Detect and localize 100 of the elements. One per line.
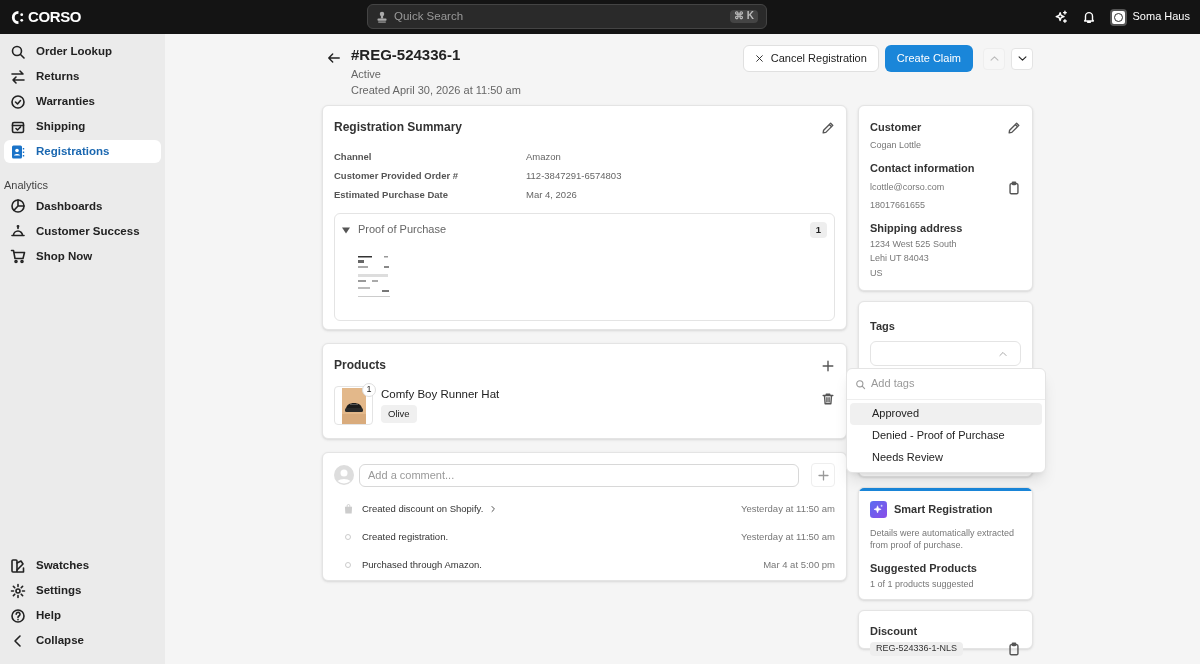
tag-search-field[interactable]: Add tags — [871, 377, 1037, 391]
card-title: Registration Summary — [334, 120, 463, 135]
edit-icon — [1007, 121, 1021, 135]
event-text: Created registration. — [362, 531, 449, 543]
stamp-icon — [376, 10, 388, 23]
sidebar-item[interactable]: Warranties — [4, 90, 161, 113]
search-field[interactable]: Quick Search ⌘ K — [367, 4, 767, 29]
cart-icon — [10, 248, 26, 265]
sidebar-item[interactable]: Settings — [4, 579, 161, 602]
pie-chart-icon — [10, 198, 26, 215]
contact-book-icon — [10, 143, 26, 160]
copy-button[interactable] — [1007, 181, 1021, 195]
sidebar-item[interactable]: Help — [4, 604, 161, 627]
event-time: Yesterday at 11:50 am — [741, 531, 835, 543]
card-title: Tags — [870, 320, 895, 332]
phone-text: 18017661655 — [870, 200, 927, 212]
user-name: Soma Haus — [1132, 10, 1190, 24]
add-comment-button[interactable] — [811, 463, 835, 487]
sidebar-item[interactable]: Returns — [4, 65, 161, 88]
back-arrow-icon[interactable] — [327, 51, 341, 65]
edit-button[interactable] — [821, 120, 835, 135]
settings-icon — [10, 582, 26, 599]
sidebar-item[interactable]: Swatches — [4, 554, 161, 577]
chevron-down-icon — [1016, 53, 1028, 64]
card-title: Smart Registration — [894, 502, 993, 517]
close-icon — [754, 54, 764, 63]
avatar[interactable] — [1109, 8, 1127, 26]
suggested-count: 1 of 1 products suggested — [870, 578, 975, 590]
field-label: Channel — [334, 151, 373, 163]
shopping-bag-icon — [343, 504, 353, 514]
page-title: #REG-524336-1 — [351, 45, 462, 65]
clipboard-icon — [1007, 642, 1021, 656]
sparkle-icon — [870, 501, 887, 518]
dropdown-option[interactable]: Needs Review — [850, 447, 1042, 469]
next-button[interactable] — [1011, 47, 1033, 70]
avatar-icon — [334, 465, 354, 485]
search-icon — [10, 43, 26, 60]
search-icon — [855, 378, 866, 390]
count-badge: 1 — [809, 222, 827, 238]
sidebar-item[interactable]: Customer Success — [4, 219, 161, 243]
address-line: 1234 West 525 South — [870, 239, 958, 251]
edit-icon — [821, 120, 835, 135]
sidebar-item[interactable]: Registrations — [4, 140, 161, 163]
create-claim-button[interactable]: Create Claim — [884, 45, 973, 72]
edit-button[interactable] — [1007, 121, 1021, 135]
variant-tag: Olive — [381, 405, 417, 423]
add-product-button[interactable] — [821, 358, 835, 373]
product-name: Comfy Boy Runner Hat — [381, 387, 500, 402]
copy-button[interactable] — [1007, 642, 1021, 656]
logo-icon — [10, 9, 25, 25]
event-time: Mar 4 at 5:00 pm — [763, 559, 835, 571]
dropdown-option[interactable]: Approved — [850, 403, 1042, 425]
bell-icon[interactable] — [1081, 10, 1096, 24]
status-text: Active — [351, 67, 382, 82]
sparkle-icon[interactable] — [1053, 10, 1068, 24]
address-line: US — [870, 267, 884, 279]
customer-name: Cogan Lottle — [870, 140, 923, 152]
cancel-button[interactable]: Cancel Registration — [742, 45, 879, 72]
event-time: Yesterday at 11:50 am — [741, 503, 835, 515]
sidebar-item[interactable]: Collapse — [4, 629, 161, 652]
field-value: Mar 4, 2026 — [526, 189, 577, 201]
description-text: Details were automatically extracted from proof of purchase. — [870, 527, 1016, 551]
shortcut-key: ⌘ K — [730, 10, 758, 23]
dropdown-option[interactable]: Denied - Proof of Purchase — [850, 425, 1042, 447]
swatches-icon — [10, 557, 26, 574]
chevron-up-icon — [988, 53, 1000, 64]
sidebar-item[interactable]: Order Lookup — [4, 40, 161, 63]
section-title: Shipping address — [870, 222, 964, 236]
card-title: Customer — [870, 121, 922, 135]
event-text: Purchased through Amazon. — [362, 559, 482, 571]
plus-icon — [816, 468, 830, 482]
event-text: Created discount on Shopify. — [362, 503, 484, 515]
arrows-icon — [10, 68, 26, 85]
card-title: Discount — [870, 625, 918, 637]
section-title: Suggested Products — [870, 562, 978, 576]
panel-title: Proof of Purchase — [358, 223, 447, 237]
logo-text: CORSO — [28, 7, 82, 27]
field-value: 112-3847291-6574803 — [526, 170, 622, 182]
sidebar-item[interactable]: Shop Now — [4, 244, 161, 268]
field-label: Customer Provided Order # — [334, 170, 460, 182]
search-input[interactable]: Quick Search — [394, 9, 724, 24]
help-icon — [10, 607, 26, 624]
discount-code: REG-524336-1-NLS — [870, 642, 964, 656]
trash-icon — [821, 392, 835, 406]
comment-field[interactable]: Add a comment... — [359, 463, 799, 487]
check-circle-icon — [10, 93, 26, 110]
disclosure-triangle-icon[interactable] — [342, 225, 350, 234]
delete-button[interactable] — [821, 392, 835, 406]
email-text: lcottle@corso.com — [870, 182, 945, 194]
section-label: Analytics — [4, 179, 49, 193]
card-title: Products — [334, 358, 386, 373]
section-title: Contact information — [870, 162, 976, 176]
address-line: Lehi UT 84043 — [870, 253, 930, 265]
quantity-badge: 1 — [362, 383, 376, 397]
field-value: Amazon — [526, 151, 561, 163]
created-text: Created April 30, 2026 at 11:50 am — [351, 83, 521, 98]
sidebar-item[interactable]: Shipping — [4, 115, 161, 138]
sidebar-item[interactable]: Dashboards — [4, 194, 161, 218]
plus-icon — [821, 358, 835, 373]
clipboard-icon — [1007, 181, 1021, 195]
